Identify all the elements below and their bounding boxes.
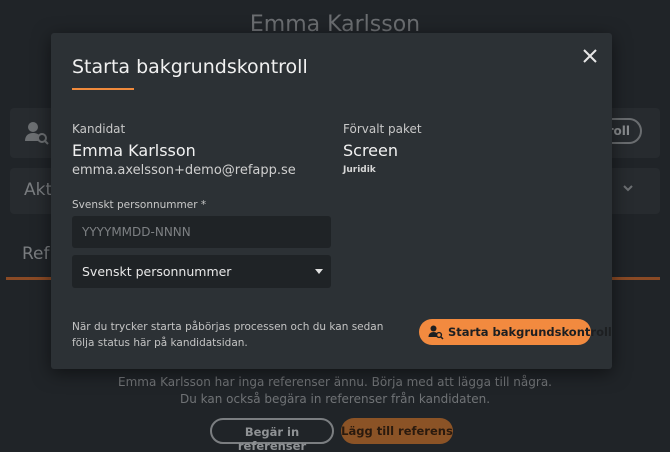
start-button-label: Starta bakgrundskontroll [448,325,612,339]
background-tab-label: Ref [22,244,50,264]
id-type-selected-value: Svenskt personnummer [82,264,232,279]
empty-state-text: Du kan också begära in referenser från k… [179,392,491,406]
caret-down-icon [315,269,323,274]
dialog-footer-text: När du trycker starta påbörjas processen… [72,321,384,349]
close-icon[interactable] [580,46,600,66]
chevron-down-icon [623,185,633,192]
id-type-select[interactable]: Svenskt personnummer [72,255,331,288]
background-tab-underline [6,277,52,280]
start-background-check-button[interactable]: Starta bakgrundskontroll [419,319,612,345]
dialog-title: Starta bakgrundskontroll [72,56,308,78]
add-reference-button: Lägg till referens [341,418,453,444]
user-search-icon [25,122,49,145]
package-name: Screen [343,141,399,160]
user-search-icon [428,325,444,340]
background-tab-underline [612,277,660,280]
empty-state-text: Emma Karlsson har inga referenser ännu. … [118,375,552,389]
personal-number-input[interactable] [72,216,331,248]
candidate-name: Emma Karlsson [72,141,196,160]
package-subtitle: Juridik [343,165,376,175]
request-references-button: Begär in referenser [210,418,334,452]
candidate-label: Kandidat [72,122,126,136]
title-underline [72,88,134,90]
package-label: Förvalt paket [343,122,422,136]
background-section-label: Akt [24,180,53,200]
candidate-email: emma.axelsson+demo@refapp.se [72,163,296,178]
background-check-dialog: Starta bakgrundskontroll Kandidat Emma K… [51,33,612,369]
personal-number-label: Svenskt personnummer * [72,199,207,211]
